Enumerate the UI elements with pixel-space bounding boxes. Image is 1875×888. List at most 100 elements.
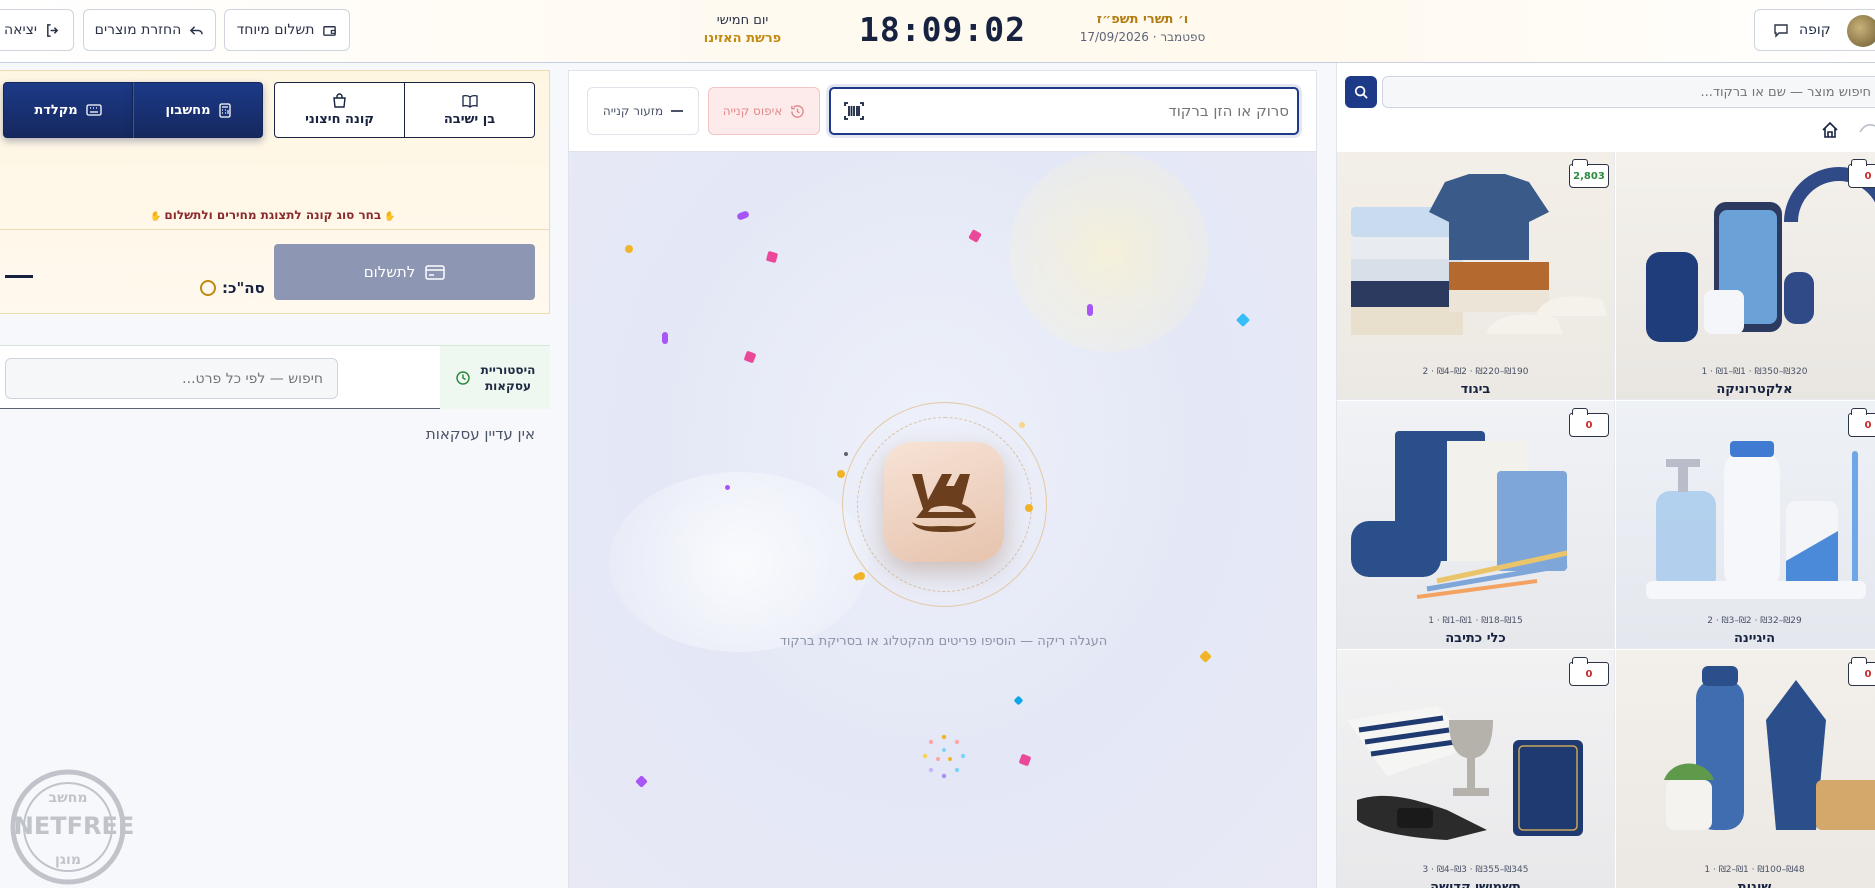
confetti-decor <box>968 229 982 243</box>
gregorian-date: ספטמבר · 17/09/2026 <box>1079 30 1206 44</box>
stock-count-badge: 2,803 <box>1569 159 1609 188</box>
decor-glow <box>1009 152 1209 352</box>
total-label: סה"כ: <box>222 279 265 297</box>
customer-type-external[interactable]: קונה חיצוני <box>274 82 405 138</box>
ring-dot <box>837 470 845 478</box>
day-info: יום חמישי פרשת האזינו <box>690 13 795 46</box>
no-transactions-text: אין עדיין עסקאות <box>425 425 535 443</box>
category-meta: ₪48–₪100 · ₪1–₪2 · 1 <box>1704 865 1805 875</box>
history-search-input[interactable] <box>5 358 338 399</box>
cart-total: סה"כ: <box>200 279 265 297</box>
confetti-decor <box>725 485 730 490</box>
top-bar: יציאה החזרת מוצרים תשלום מיוחד יום חמישי… <box>0 0 1875 63</box>
empty-cart-stage: העגלה ריקה — הוסיפו פריטים מהקטלוג או בס… <box>568 152 1317 888</box>
confetti-decor <box>662 332 668 344</box>
empty-cart-message: העגלה ריקה — הוסיפו פריטים מהקטלוג או בס… <box>779 634 1108 649</box>
date-info: ו׳ תשרי תשפ״ז ספטמבר · 17/09/2026 <box>1070 12 1215 44</box>
category-name: תשמישי קדושה <box>1430 880 1521 888</box>
return-products-button[interactable]: החזרת מוצרים <box>83 9 216 51</box>
avatar[interactable] <box>1847 15 1875 47</box>
catalog-grid: 0 ₪320–₪350 · ₪1–₪1 · 1 אלקטרוניקה 2,803… <box>1336 152 1875 888</box>
barcode-input[interactable] <box>871 89 1289 133</box>
chat-icon <box>1774 24 1788 38</box>
minimize-icon <box>671 110 684 112</box>
category-tile[interactable]: 0 ₪29–₪32 · ₪2–₪3 · 2 היגיינה <box>1616 401 1875 649</box>
logout-button[interactable]: יציאה <box>0 9 74 51</box>
logo-glyph <box>912 474 976 532</box>
credit-card-icon <box>425 264 446 280</box>
customer-type-yeshiva[interactable]: בן ישיבה <box>404 82 535 138</box>
calculator-icon <box>218 102 231 118</box>
home-icon[interactable] <box>1820 120 1840 140</box>
misc-image <box>1664 666 1875 830</box>
cart-count-dash <box>5 275 33 278</box>
category-name: ביגוד <box>1460 382 1491 397</box>
wallet-icon <box>323 25 337 36</box>
special-payment-button[interactable]: תשלום מיוחד <box>224 9 350 51</box>
reset-purchase-button[interactable]: איפוס קנייה <box>708 87 820 135</box>
category-tile[interactable]: 0 ₪345–₪355 · ₪3–₪4 · 3 תשמישי קדושה <box>1337 650 1615 888</box>
keyboard-mode-button[interactable]: מקלדת <box>3 82 133 138</box>
confetti-decor <box>736 210 750 221</box>
pay-button[interactable]: לתשלום <box>274 244 535 300</box>
dots-spinner-icon <box>922 734 966 779</box>
netfree-stamp-logo: מחשב NETFREE מוגן <box>10 769 135 885</box>
history-tab[interactable]: היסטוריית עסקאות <box>440 346 550 409</box>
category-tile[interactable]: 0 ₪320–₪350 · ₪1–₪1 · 1 אלקטרוניקה <box>1616 152 1875 400</box>
stock-count-badge: 0 <box>1569 408 1609 437</box>
book-icon <box>461 94 478 108</box>
history-reset-icon <box>791 104 805 118</box>
history-bar: היסטוריית עסקאות <box>0 345 550 409</box>
coin-icon <box>200 280 216 296</box>
category-meta: ₪320–₪350 · ₪1–₪1 · 1 <box>1701 367 1808 377</box>
category-meta: ₪345–₪355 · ₪3–₪4 · 3 <box>1422 865 1529 875</box>
calculator-mode-button[interactable]: מחשבון <box>133 82 263 138</box>
category-tile[interactable]: 2,803 ₪190–₪220 · ₪2–₪4 · 2 ביגוד <box>1337 152 1615 400</box>
logout-label: יציאה <box>3 22 38 38</box>
customer-type-external-label: קונה חיצוני <box>305 112 374 127</box>
parasha: פרשת האזינו <box>703 31 782 46</box>
catalog-search-button[interactable] <box>1345 76 1377 108</box>
app-logo <box>884 442 1004 562</box>
confetti-decor <box>765 250 779 264</box>
confetti-decor <box>1013 695 1024 706</box>
category-name: היגיינה <box>1733 631 1776 646</box>
category-meta: ₪15–₪18 · ₪1–₪1 · 1 <box>1428 616 1523 626</box>
category-meta: ₪190–₪220 · ₪2–₪4 · 2 <box>1422 367 1529 377</box>
back-arrow-icon[interactable] <box>1858 120 1875 140</box>
register-label: קופה <box>1799 22 1831 38</box>
judaica-image <box>1347 706 1583 840</box>
electronics-image <box>1646 167 1875 342</box>
cart-panel: מקלדת מחשבון קונה חיצוני בן ישיבה ✋ בחר … <box>0 70 550 314</box>
clock: 18:09:02 <box>859 10 1026 49</box>
category-tile[interactable]: 0 ₪15–₪18 · ₪1–₪1 · 1 כלי כתיבה <box>1337 401 1615 649</box>
ring-dot <box>1025 504 1033 512</box>
category-tile[interactable]: 0 ₪48–₪100 · ₪1–₪2 · 1 שונות <box>1616 650 1875 888</box>
category-name: אלקטרוניקה <box>1716 382 1793 397</box>
category-name: כלי כתיבה <box>1445 631 1506 646</box>
stock-count-badge: 0 <box>1848 408 1875 437</box>
category-meta: ₪29–₪32 · ₪2–₪3 · 2 <box>1707 616 1802 626</box>
return-icon <box>190 25 204 35</box>
hint-icon: ✋ <box>150 212 165 222</box>
hint-text: בחר סוג קונה לתצוגת מחירים ולתשלום <box>164 208 382 222</box>
customer-type-hint: ✋ בחר סוג קונה לתצוגת מחירים ולתשלום ✋ <box>150 208 396 222</box>
pay-label: לתשלום <box>363 263 416 281</box>
keyboard-mode-label: מקלדת <box>34 102 78 118</box>
category-name: שונות <box>1737 880 1772 888</box>
hygiene-image <box>1646 441 1866 599</box>
barcode-field[interactable] <box>829 87 1299 135</box>
clothing-image <box>1351 174 1607 335</box>
hint-icon: ✋ <box>381 212 396 222</box>
stamp-line2: NETFREE <box>14 812 135 840</box>
catalog-search-input[interactable] <box>1382 76 1875 108</box>
confetti-decor <box>1235 312 1251 328</box>
cart-divider <box>0 229 549 230</box>
register-button[interactable]: קופה <box>1754 9 1875 51</box>
minimize-purchase-button[interactable]: מזעור קנייה <box>587 87 699 135</box>
confetti-decor <box>625 245 633 253</box>
confetti-decor <box>844 452 848 456</box>
history-label: היסטוריית עסקאות <box>481 362 536 394</box>
decor-glow <box>609 472 869 652</box>
barcode-icon <box>844 102 864 120</box>
